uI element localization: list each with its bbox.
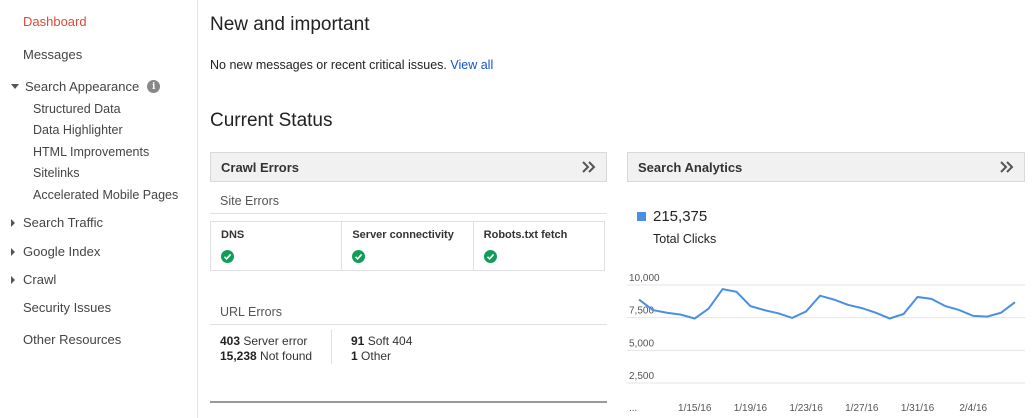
check-icon: [352, 250, 366, 263]
robots-fetch-label: Robots.txt fetch: [483, 229, 568, 241]
site-errors-label: Site Errors: [220, 194, 280, 208]
divider: [210, 213, 607, 214]
check-icon: [483, 250, 497, 263]
x-tick-label: 1/15/16: [678, 403, 712, 414]
nav-other-resources[interactable]: Other Resources: [23, 332, 121, 347]
caret-down-icon: [11, 84, 19, 89]
search-analytics-header[interactable]: Search Analytics: [627, 152, 1025, 182]
sidebar: Dashboard Messages Search Appearance i S…: [0, 0, 198, 418]
x-tick-label: 1/19/16: [734, 403, 768, 414]
messages-text: No new messages or recent critical issue…: [210, 58, 447, 72]
nav-dashboard[interactable]: Dashboard: [23, 14, 87, 29]
other-label: Other: [361, 349, 392, 363]
caret-right-icon: [11, 247, 15, 256]
view-all-link[interactable]: View all: [450, 58, 493, 72]
main-content: New and important No new messages or rec…: [210, 0, 1025, 418]
page-title: New and important: [210, 14, 370, 35]
crawl-errors-title: Crawl Errors: [221, 159, 300, 175]
caret-right-icon: [11, 218, 15, 227]
nav-data-highlighter[interactable]: Data Highlighter: [33, 123, 123, 137]
soft404-stat[interactable]: 91 Soft 404: [351, 334, 412, 348]
nav-messages[interactable]: Messages: [23, 47, 82, 62]
divider: [331, 330, 332, 364]
card-bottom-border: [210, 401, 607, 403]
dns-label: DNS: [221, 229, 245, 241]
nav-structured-data[interactable]: Structured Data: [33, 102, 121, 116]
nav-sitelinks[interactable]: Sitelinks: [33, 166, 80, 180]
y-tick-label: 5,000: [629, 338, 654, 349]
not-found-label: Not found: [260, 349, 313, 363]
check-icon: [221, 250, 234, 263]
double-chevron-right-icon[interactable]: [582, 161, 596, 173]
y-tick-label: 10,000: [629, 273, 660, 284]
legend-swatch: [637, 212, 646, 221]
site-errors-robots[interactable]: Robots.txt fetch: [474, 222, 604, 270]
x-tick-label: 1/23/16: [789, 403, 823, 414]
x-tick-label: 2/4/16: [959, 403, 987, 414]
nav-html-improvements[interactable]: HTML Improvements: [33, 145, 149, 159]
server-error-label: Server error: [243, 334, 308, 348]
nav-google-index-label: Google Index: [23, 244, 101, 259]
current-status-heading: Current Status: [210, 110, 333, 131]
nav-crawl-label: Crawl: [23, 272, 57, 287]
nav-security-issues[interactable]: Security Issues: [23, 300, 111, 315]
crawl-errors-header[interactable]: Crawl Errors: [210, 152, 607, 182]
nav-amp[interactable]: Accelerated Mobile Pages: [33, 188, 178, 202]
x-tick-label: ...: [629, 403, 637, 414]
url-errors-label: URL Errors: [220, 305, 283, 319]
soft404-label: Soft 404: [367, 334, 413, 348]
soft404-count: 91: [351, 334, 365, 348]
info-icon[interactable]: i: [147, 80, 161, 93]
caret-right-icon: [11, 275, 15, 284]
total-clicks-label: Total Clicks: [653, 232, 717, 246]
other-stat[interactable]: 1 Other: [351, 349, 391, 363]
nav-search-traffic[interactable]: Search Traffic: [11, 215, 103, 230]
server-connectivity-label: Server connectivity: [352, 229, 454, 241]
messages-summary: No new messages or recent critical issue…: [210, 58, 493, 72]
site-errors-server[interactable]: Server connectivity: [342, 222, 474, 270]
nav-search-traffic-label: Search Traffic: [23, 215, 103, 230]
site-errors-table: DNS Server connectivity Robots.txt fetch: [210, 221, 605, 271]
nav-search-appearance-label: Search Appearance: [25, 79, 140, 94]
total-clicks-value: 215,375: [653, 208, 708, 225]
nav-search-appearance[interactable]: Search Appearance i: [11, 79, 161, 94]
x-tick-label: 1/27/16: [845, 403, 879, 414]
double-chevron-right-icon[interactable]: [1000, 161, 1014, 173]
x-tick-label: 1/31/16: [901, 403, 935, 414]
not-found-count: 15,238: [220, 349, 257, 363]
server-error-stat[interactable]: 403 Server error: [220, 334, 307, 348]
search-analytics-title: Search Analytics: [638, 159, 743, 175]
server-error-count: 403: [220, 334, 241, 348]
site-errors-dns[interactable]: DNS: [211, 222, 343, 270]
not-found-stat[interactable]: 15,238 Not found: [220, 349, 312, 363]
divider: [210, 324, 607, 325]
series-line-total-clicks[interactable]: [638, 287, 1016, 320]
nav-crawl[interactable]: Crawl: [11, 272, 56, 287]
y-tick-label: 2,500: [629, 371, 654, 382]
nav-google-index[interactable]: Google Index: [11, 244, 100, 259]
other-count: 1: [351, 349, 358, 363]
search-analytics-chart[interactable]: 10,0007,5005,0002,500... 1/15/16 1/19/16 1/…: [627, 258, 1025, 418]
